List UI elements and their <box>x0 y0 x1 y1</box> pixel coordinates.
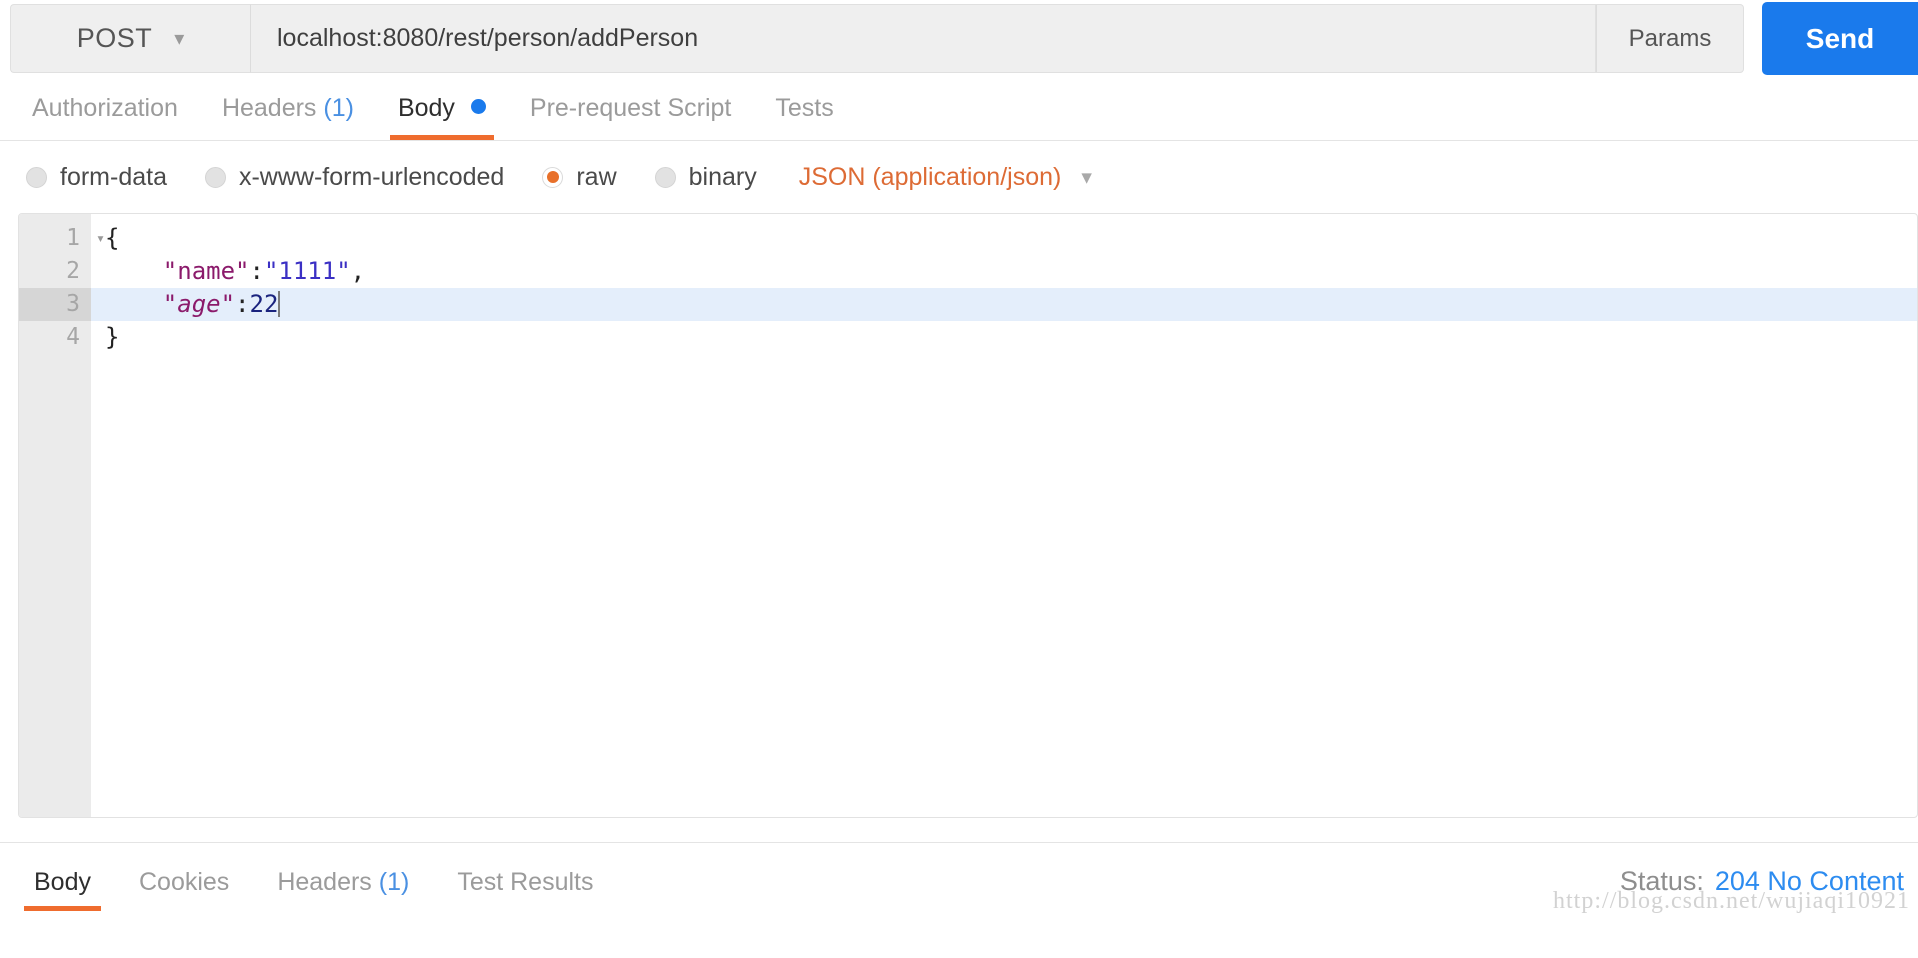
body-type-form-data-label: form-data <box>60 162 167 191</box>
gutter-line-number: 3 <box>19 288 91 321</box>
tab-headers[interactable]: Headers (1) <box>200 94 376 140</box>
editor-code-area[interactable]: { "name":"1111", "age":22} <box>91 214 1917 817</box>
code-token-punct: : <box>235 290 250 318</box>
request-body-editor[interactable]: 1 ▾ 2 3 4 { "name":"1111", "age":22} <box>18 213 1918 818</box>
code-token-str: "1111" <box>263 257 351 285</box>
response-tab-test-results[interactable]: Test Results <box>433 868 617 911</box>
code-line[interactable]: "age":22 <box>91 288 1917 321</box>
chevron-down-icon: ▾ <box>1081 165 1092 189</box>
url-input-wrapper[interactable] <box>250 4 1596 73</box>
code-token-punct: { <box>105 224 120 252</box>
tab-headers-count: (1) <box>323 94 354 122</box>
body-type-form-data[interactable]: form-data <box>26 163 167 192</box>
tab-authorization[interactable]: Authorization <box>10 94 200 140</box>
response-tab-cookies-label: Cookies <box>138 868 230 896</box>
code-token-key-it: "age" <box>162 290 236 318</box>
response-tab-headers[interactable]: Headers (1) <box>253 868 433 911</box>
response-tab-headers-count: (1) <box>378 868 410 896</box>
tab-body[interactable]: Body <box>376 94 508 140</box>
tab-authorization-label: Authorization <box>32 94 178 122</box>
content-type-label: JSON (application/json) <box>798 162 1062 191</box>
url-input[interactable] <box>251 24 1595 53</box>
tab-headers-label: Headers <box>221 94 317 122</box>
response-bar: Body Cookies Headers (1) Test Results St… <box>0 843 1918 914</box>
status-code-value: 204 No Content <box>1714 866 1904 896</box>
code-token-punct <box>105 290 163 318</box>
body-type-x-www-form-urlencoded-label: x-www-form-urlencoded <box>238 162 505 191</box>
body-type-x-www-form-urlencoded[interactable]: x-www-form-urlencoded <box>204 162 505 192</box>
gutter-line-number: 2 <box>66 258 80 284</box>
content-type-selector[interactable]: JSON (application/json) ▾ <box>799 163 1092 192</box>
code-line[interactable]: { <box>91 222 1917 255</box>
code-token-key: "name" <box>162 257 250 285</box>
radio-icon <box>654 166 676 188</box>
http-method-label: POST <box>76 23 153 53</box>
code-token-punct: } <box>105 323 120 351</box>
response-tab-cookies[interactable]: Cookies <box>115 868 253 911</box>
send-button[interactable]: Send <box>1762 2 1918 75</box>
code-line[interactable]: } <box>91 321 1917 354</box>
text-cursor <box>278 291 281 317</box>
code-token-num: 22 <box>249 290 279 318</box>
body-type-binary[interactable]: binary <box>654 162 757 192</box>
status-label: Status: <box>1619 866 1704 896</box>
tab-pre-request-script[interactable]: Pre-request Script <box>508 94 753 140</box>
response-tab-headers-label: Headers <box>277 868 372 896</box>
tab-tests-label: Tests <box>775 94 834 122</box>
request-url-bar: POST ▾ Params Send <box>0 0 1918 79</box>
response-tab-test-results-label: Test Results <box>457 868 594 896</box>
radio-icon <box>204 166 226 188</box>
send-label: Send <box>1805 22 1875 54</box>
response-tab-body-label: Body <box>34 868 91 896</box>
params-button[interactable]: Params <box>1596 4 1744 73</box>
gutter-line-number: 1 ▾ <box>19 222 105 255</box>
tab-pre-request-script-label: Pre-request Script <box>529 94 732 122</box>
body-type-raw[interactable]: raw <box>542 162 617 192</box>
request-tabs: Authorization Headers (1) Body Pre-reque… <box>0 79 1918 141</box>
tab-body-label: Body <box>397 94 455 122</box>
code-line[interactable]: "name":"1111", <box>91 255 1917 288</box>
gutter-line-number: 4 <box>66 324 80 350</box>
http-method-selector[interactable]: POST ▾ <box>10 4 250 73</box>
body-type-raw-label: raw <box>576 162 617 191</box>
editor-gutter: 1 ▾ 2 3 4 <box>19 214 105 817</box>
params-label: Params <box>1628 24 1712 52</box>
response-tabs: Body Cookies Headers (1) Test Results <box>10 868 618 911</box>
chevron-down-icon: ▾ <box>174 27 185 50</box>
code-token-punct <box>105 257 163 285</box>
tab-tests[interactable]: Tests <box>753 94 855 140</box>
body-type-binary-label: binary <box>688 162 757 191</box>
status-indicator: Status: 204 No Content <box>1620 866 1904 911</box>
code-token-punct: : <box>249 257 264 285</box>
code-token-punct: , <box>350 257 366 285</box>
body-modified-dot-icon <box>470 99 486 114</box>
radio-icon <box>26 166 47 188</box>
radio-selected-icon <box>542 166 564 188</box>
response-tab-body[interactable]: Body <box>10 868 115 911</box>
body-type-row: form-data x-www-form-urlencoded raw bina… <box>0 141 1918 213</box>
